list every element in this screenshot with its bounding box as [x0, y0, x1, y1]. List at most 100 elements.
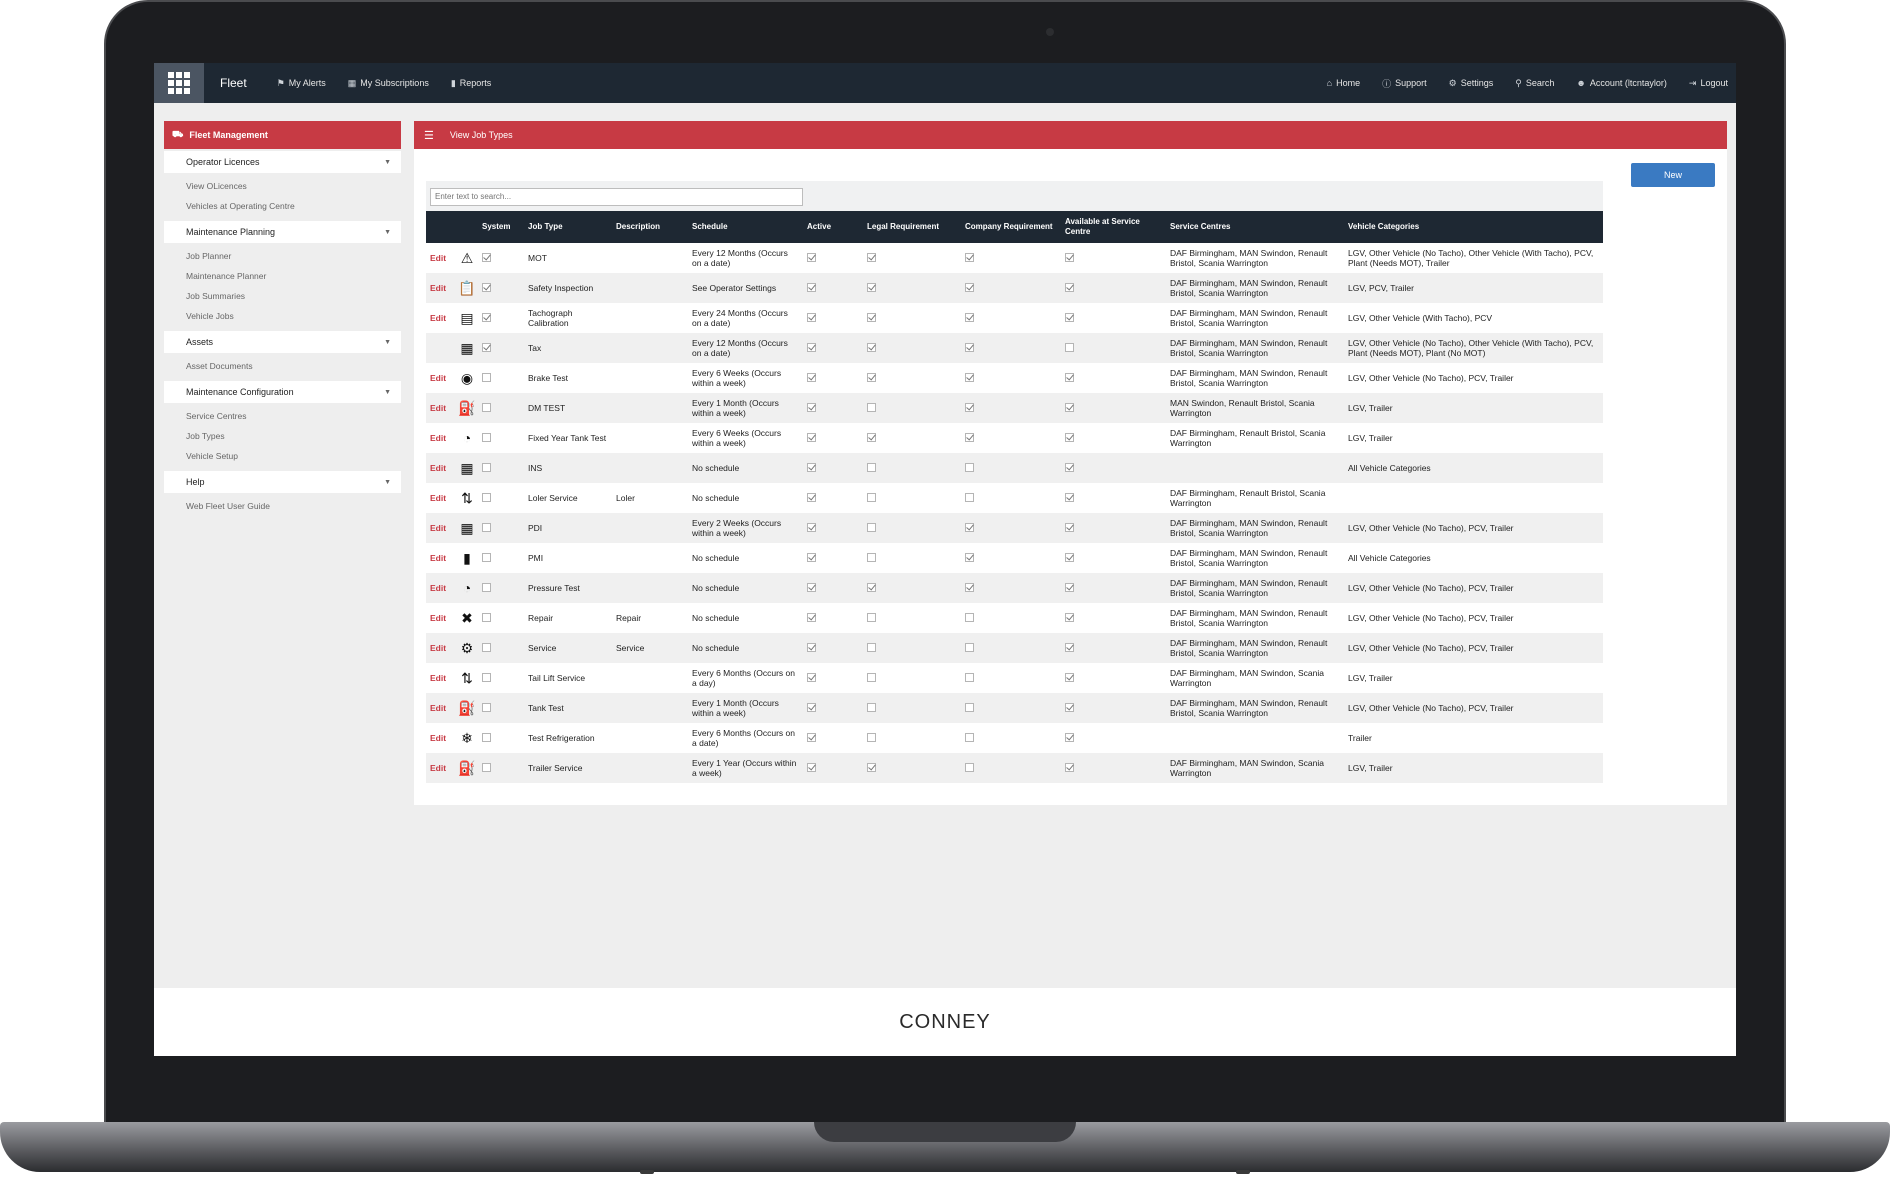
description-cell [612, 273, 688, 303]
column-header[interactable]: Active [803, 211, 863, 243]
unchecked-checkbox [867, 702, 876, 712]
checkbox-cell [478, 363, 524, 393]
sidebar-link[interactable]: Vehicle Jobs [164, 306, 401, 326]
sidebar-link[interactable]: Vehicles at Operating Centre [164, 196, 401, 216]
nav-item[interactable]: ▦ My Subscriptions [348, 78, 429, 89]
column-header[interactable] [454, 211, 478, 243]
icon-cell: ⛽ [454, 753, 478, 783]
nav-item[interactable]: ⇥ Logout [1689, 78, 1728, 89]
column-header[interactable]: System [478, 211, 524, 243]
column-header[interactable]: Company Requirement [961, 211, 1061, 243]
sidebar-link[interactable]: Job Types [164, 426, 401, 446]
vehicle-categories-cell: LGV, Other Vehicle (No Tacho), PCV, Trai… [1348, 523, 1514, 533]
new-button[interactable]: New [1631, 163, 1715, 187]
description-cell [612, 543, 688, 573]
unchecked-checkbox [965, 702, 974, 712]
edit-link[interactable]: Edit [426, 693, 454, 723]
nav-item[interactable]: ▮ Reports [451, 78, 491, 89]
search-input[interactable] [430, 187, 803, 206]
checkbox-cell [803, 663, 863, 693]
vehicle-categories-cell: LGV, Other Vehicle (No Tacho), PCV, Trai… [1348, 583, 1514, 593]
nav-item[interactable]: ⚲ Search [1515, 78, 1554, 89]
sidebar-section-label: Maintenance Configuration [186, 387, 294, 397]
nav-item[interactable]: ⌂ Home [1327, 78, 1360, 88]
sidebar-section[interactable]: Operator Licences ▼ [164, 151, 401, 173]
checkbox-cell [478, 573, 524, 603]
edit-link[interactable]: Edit [426, 423, 454, 453]
description-cell [612, 453, 688, 483]
sidebar-link[interactable]: Vehicle Setup [164, 446, 401, 466]
sidebar-link[interactable]: Asset Documents [164, 356, 401, 376]
column-header[interactable]: Service Centres [1166, 211, 1344, 243]
edit-link[interactable] [426, 333, 454, 363]
unchecked-checkbox [965, 672, 974, 682]
sidebar-section[interactable]: Maintenance Planning ▼ [164, 221, 401, 243]
column-header[interactable]: Schedule [688, 211, 803, 243]
edit-link[interactable]: Edit [426, 453, 454, 483]
edit-link[interactable]: Edit [426, 273, 454, 303]
edit-link[interactable]: Edit [426, 513, 454, 543]
checkbox-cell [961, 333, 1061, 363]
sidebar-link[interactable]: Maintenance Planner [164, 266, 401, 286]
column-header[interactable] [426, 211, 454, 243]
column-header[interactable]: Available at Service Centre [1061, 211, 1166, 243]
column-header[interactable]: Legal Requirement [863, 211, 961, 243]
apps-grid-icon[interactable] [154, 63, 204, 103]
edit-link[interactable]: Edit [426, 543, 454, 573]
sidebar-section[interactable]: Help ▼ [164, 471, 401, 493]
nav-item[interactable]: ⚑ My Alerts [277, 78, 326, 89]
nav-item[interactable]: ⓘ Support [1382, 77, 1427, 90]
checkbox-cell [803, 363, 863, 393]
menu-icon[interactable]: ☰ [424, 129, 434, 142]
sidebar-section[interactable]: Maintenance Configuration ▼ [164, 381, 401, 403]
edit-link[interactable]: Edit [426, 603, 454, 633]
nav-item[interactable]: ⚙ Settings [1449, 78, 1494, 89]
column-header[interactable]: Vehicle Categories [1344, 211, 1603, 243]
checked-checkbox [807, 492, 816, 502]
column-header[interactable]: Description [612, 211, 688, 243]
sidebar-link[interactable]: Job Planner [164, 246, 401, 266]
oil-can-icon: ⛽ [458, 700, 476, 716]
edit-link[interactable]: Edit [426, 723, 454, 753]
checkbox-cell [478, 273, 524, 303]
edit-link[interactable]: Edit [426, 243, 454, 273]
edit-link[interactable]: Edit [426, 663, 454, 693]
nav-item-label: My Alerts [288, 78, 326, 88]
warning-triangle-icon: ⚠ [460, 250, 474, 266]
nav-item[interactable]: ☻ Account (ltcntaylor) [1576, 78, 1667, 88]
checkbox-cell [1061, 273, 1166, 303]
icon-cell: ⇅ [454, 483, 478, 513]
sidebar-section[interactable]: Assets ▼ [164, 331, 401, 353]
checkbox-cell [478, 423, 524, 453]
job-type-cell: Tax [528, 343, 542, 353]
edit-link[interactable]: Edit [426, 573, 454, 603]
sidebar-title: Fleet Management [189, 130, 268, 140]
edit-link[interactable]: Edit [426, 393, 454, 423]
sidebar-link[interactable]: View OLicences [164, 176, 401, 196]
edit-link[interactable]: Edit [426, 633, 454, 663]
edit-link[interactable]: Edit [426, 363, 454, 393]
edit-link[interactable]: Edit [426, 303, 454, 333]
sidebar-link[interactable]: Service Centres [164, 406, 401, 426]
checked-checkbox [807, 762, 816, 772]
checked-checkbox [807, 582, 816, 592]
checkbox-cell [961, 573, 1061, 603]
schedule-cell: Every 24 Months (Occurs on a date) [692, 308, 788, 328]
checked-checkbox [807, 552, 816, 562]
brand-name[interactable]: Fleet [220, 76, 247, 90]
checkbox-cell [961, 273, 1061, 303]
table-row: Edit ▤ Tachograph Calibration Every 24 Mont… [426, 303, 1603, 333]
column-header[interactable]: Job Type [524, 211, 612, 243]
unchecked-checkbox [867, 642, 876, 652]
sidebar-link[interactable]: Job Summaries [164, 286, 401, 306]
sidebar-link[interactable]: Web Fleet User Guide [164, 496, 401, 516]
edit-link[interactable]: Edit [426, 753, 454, 783]
unchecked-checkbox [965, 642, 974, 652]
checkbox-cell [1061, 483, 1166, 513]
vehicle-categories-cell: LGV, Trailer [1348, 433, 1393, 443]
checked-checkbox [1065, 612, 1074, 622]
checked-checkbox [867, 282, 876, 292]
sidebar-section-label: Maintenance Planning [186, 227, 276, 237]
edit-link[interactable]: Edit [426, 483, 454, 513]
checked-checkbox [1065, 552, 1074, 562]
